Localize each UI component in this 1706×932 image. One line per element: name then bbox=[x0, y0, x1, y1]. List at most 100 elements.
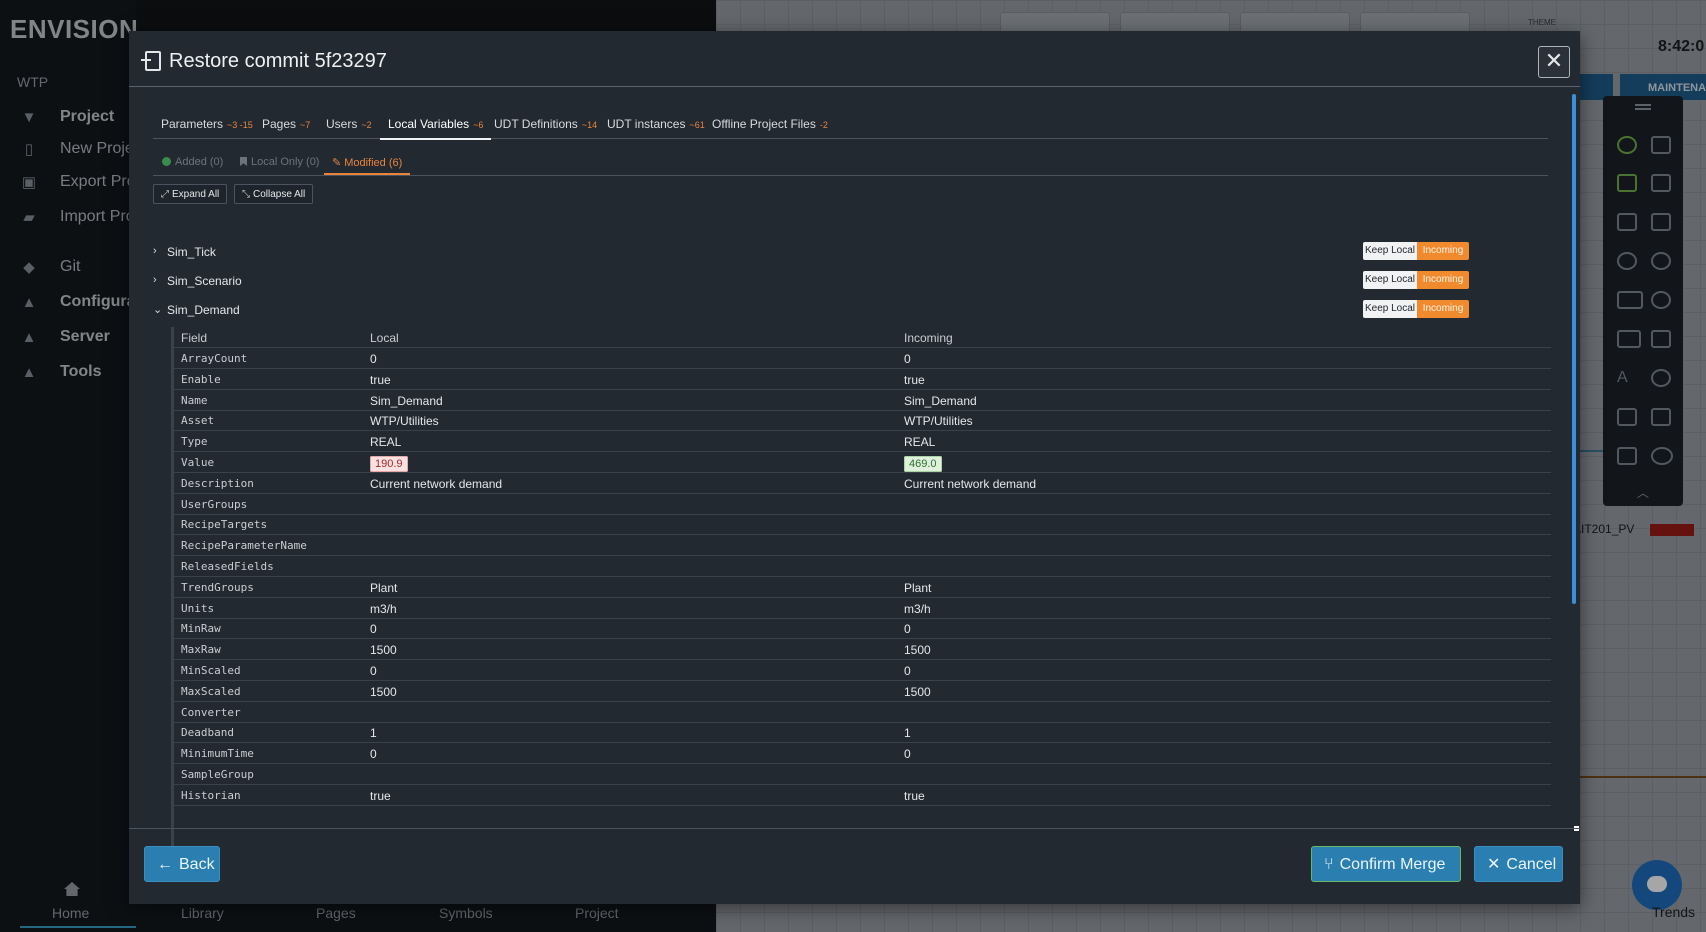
table-row: Historian true true bbox=[174, 785, 1551, 806]
group-row-sim-scenario[interactable]: › Sim_Scenario Keep Local Incoming bbox=[153, 271, 1548, 293]
scrollbar[interactable] bbox=[1572, 94, 1576, 604]
keep-local-button[interactable]: Keep Local bbox=[1363, 242, 1417, 260]
tab-label: UDT instances bbox=[607, 117, 686, 131]
local-value: 0 bbox=[370, 622, 377, 636]
subtab-added[interactable]: Added (0) bbox=[162, 156, 223, 168]
incoming-value-text: REAL bbox=[904, 435, 936, 450]
local-value: Sim_Demand bbox=[370, 394, 443, 408]
incoming-value-text: 1500 bbox=[904, 643, 931, 658]
group-name: Sim_Tick bbox=[167, 245, 216, 259]
chevron-right-icon[interactable]: › bbox=[153, 245, 157, 257]
incoming-value: 0 bbox=[904, 664, 911, 678]
group-row-sim-tick[interactable]: › Sim_Tick Keep Local Incoming bbox=[153, 242, 1548, 264]
chevron-right-icon[interactable]: › bbox=[153, 274, 157, 286]
tab-count: ~61 bbox=[689, 120, 705, 130]
incoming-value: Current network demand bbox=[904, 477, 1036, 491]
back-button[interactable]: ← Back bbox=[144, 846, 220, 882]
confirm-merge-button[interactable]: ⑂ Confirm Merge bbox=[1311, 846, 1461, 882]
table-row: MinimumTime 0 0 bbox=[174, 743, 1551, 765]
local-value: 0 bbox=[370, 747, 377, 761]
incoming-value-text: 0 bbox=[904, 622, 911, 637]
table-row: RecipeParameterName bbox=[174, 535, 1551, 557]
group-name: Sim_Demand bbox=[167, 303, 240, 317]
field-name: RecipeTargets bbox=[181, 518, 268, 532]
collapse-icon: ⤡ bbox=[242, 189, 250, 200]
incoming-button[interactable]: Incoming bbox=[1417, 271, 1469, 289]
field-name: Deadband bbox=[181, 726, 234, 740]
field-name: MinimumTime bbox=[181, 747, 254, 761]
incoming-button[interactable]: Incoming bbox=[1417, 242, 1469, 260]
incoming-value: 1500 bbox=[904, 685, 931, 699]
local-value-text: WTP/Utilities bbox=[370, 414, 439, 429]
table-row: Name Sim_Demand Sim_Demand bbox=[174, 390, 1551, 411]
cancel-button[interactable]: ✕ Cancel bbox=[1474, 846, 1563, 882]
tab-pages[interactable]: Pages ~7 bbox=[262, 117, 310, 139]
tab-label: Parameters bbox=[161, 117, 224, 131]
diff-detail-table: Field Local Incoming ArrayCount 0 0 Enable t… bbox=[171, 327, 1551, 859]
incoming-value-text: 469.0 bbox=[904, 456, 942, 472]
incoming-value: 0 bbox=[904, 622, 911, 636]
expand-all-button[interactable]: ⤢ Expand All bbox=[153, 184, 228, 204]
local-value-text: REAL bbox=[370, 435, 402, 450]
incoming-value: m3/h bbox=[904, 602, 931, 616]
table-row: RecipeTargets bbox=[174, 514, 1551, 536]
close-button[interactable]: ✕ bbox=[1538, 46, 1570, 78]
field-name: Description bbox=[181, 476, 254, 490]
close-icon: ✕ bbox=[1487, 856, 1501, 873]
field-name: Name bbox=[181, 393, 208, 407]
tab-label: Pages bbox=[262, 117, 297, 131]
modal-body[interactable]: Parameters ~3 -15 Pages ~7 Users ~2 Local V… bbox=[129, 87, 1580, 859]
collapse-all-button[interactable]: ⤡ Collapse All bbox=[234, 184, 314, 204]
tab-offline-project-files[interactable]: Offline Project Files -2 bbox=[712, 117, 828, 139]
subtab-label: Added (0) bbox=[175, 156, 224, 168]
local-value: 0 bbox=[370, 352, 377, 366]
chevron-down-icon[interactable]: ⌄ bbox=[153, 303, 162, 316]
keep-local-button[interactable]: Keep Local bbox=[1363, 271, 1417, 289]
field-name: UserGroups bbox=[181, 497, 248, 511]
incoming-value: Sim_Demand bbox=[904, 394, 977, 408]
table-row: ArrayCount 0 0 bbox=[174, 348, 1551, 369]
group-name: Sim_Scenario bbox=[167, 274, 242, 288]
local-value-text: true bbox=[370, 372, 391, 387]
subtab-modified[interactable]: ✎ Modified (6) bbox=[323, 156, 411, 175]
arrow-left-icon: ← bbox=[157, 856, 173, 873]
incoming-button[interactable]: Incoming bbox=[1417, 300, 1469, 318]
incoming-value-text: true bbox=[904, 788, 925, 803]
tab-count: ~3 -15 bbox=[227, 120, 253, 130]
tab-udt-definitions[interactable]: UDT Definitions ~14 bbox=[494, 117, 597, 139]
tab-label: Users bbox=[326, 117, 358, 131]
git-branch-icon: ⑂ bbox=[1324, 856, 1334, 873]
local-value: true bbox=[370, 789, 391, 803]
incoming-value-text: Sim_Demand bbox=[904, 393, 977, 408]
local-value: REAL bbox=[370, 435, 401, 449]
field-name: Converter bbox=[181, 705, 241, 719]
table-row: MinRaw 0 0 bbox=[174, 618, 1551, 640]
table-row: TrendGroups Plant Plant bbox=[174, 577, 1551, 598]
tab-count: ~2 bbox=[361, 120, 372, 130]
incoming-value-text: true bbox=[904, 372, 925, 387]
group-row-sim-demand[interactable]: ⌄ Sim_Demand Keep Local Incoming bbox=[153, 300, 1548, 322]
subtab-local-only[interactable]: Local Only (0) bbox=[240, 156, 319, 168]
incoming-value: 0 bbox=[904, 352, 911, 366]
tab-local-variables[interactable]: Local Variables ~6 bbox=[379, 117, 492, 140]
tab-users[interactable]: Users ~2 bbox=[326, 117, 372, 139]
button-label: Expand All bbox=[172, 189, 220, 200]
column-header-field: Field bbox=[181, 331, 208, 345]
incoming-value: 469.0 bbox=[904, 456, 942, 472]
field-name: RecipeParameterName bbox=[181, 539, 307, 553]
local-value: 0 bbox=[370, 664, 377, 678]
table-row: MaxRaw 1500 1500 bbox=[174, 639, 1551, 661]
field-name: ArrayCount bbox=[181, 352, 248, 365]
table-row: MaxScaled 1500 1500 bbox=[174, 681, 1551, 702]
incoming-value: Plant bbox=[904, 581, 931, 595]
field-name: SampleGroup bbox=[181, 768, 254, 781]
tab-count: ~14 bbox=[581, 120, 598, 130]
table-row: Asset WTP/Utilities WTP/Utilities bbox=[174, 410, 1551, 432]
expand-icon: ⤢ bbox=[161, 189, 169, 200]
tab-udt-instances[interactable]: UDT instances ~61 bbox=[607, 117, 705, 139]
tab-parameters[interactable]: Parameters ~3 -15 bbox=[161, 117, 253, 139]
local-value-text: Current network demand bbox=[370, 476, 503, 491]
keep-local-button[interactable]: Keep Local bbox=[1363, 300, 1417, 318]
bookmark-icon bbox=[240, 157, 247, 166]
local-value: 1500 bbox=[370, 643, 397, 657]
